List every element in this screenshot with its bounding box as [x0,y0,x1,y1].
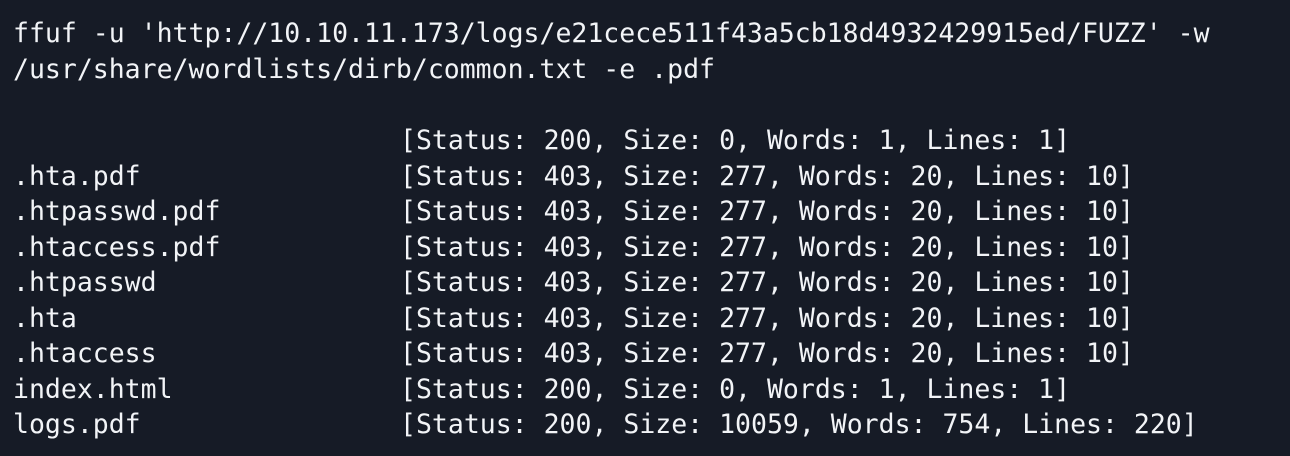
command-line-1: ffuf -u 'http://10.10.11.173/logs/e21cec… [13,18,1210,49]
result-path: .hta [13,302,77,334]
command-line-2: /usr/share/wordlists/dirb/common.txt -e … [13,53,715,85]
result-path: .htpasswd [13,267,157,298]
result-path: .htaccess [13,338,157,369]
result-status: [Status: 200, Size: 10059, Words: 754, L… [400,409,1198,440]
result-status: [Status: 403, Size: 277, Words: 20, Line… [400,160,1134,192]
result-path: .htaccess.pdf [13,231,221,263]
result-row: .htaccess.pdf [Status: 403, Size: 277, W… [13,230,1290,266]
result-path: .htpasswd.pdf [13,196,221,227]
result-row: .hta.pdf [Status: 403, Size: 277, Words:… [13,159,1290,195]
result-path: logs.pdf [13,409,141,440]
result-row: .htaccess [Status: 403, Size: 277, Words… [13,336,1290,372]
result-status: [Status: 403, Size: 277, Words: 20, Line… [400,267,1134,298]
result-row: .htpasswd [Status: 403, Size: 277, Words… [13,265,1290,301]
result-row: .htpasswd.pdf [Status: 403, Size: 277, W… [13,194,1290,230]
result-row: index.html [Status: 200, Size: 0, Words:… [13,372,1290,408]
result-status: [Status: 200, Size: 0, Words: 1, Lines: … [400,125,1071,156]
result-status: [Status: 403, Size: 277, Words: 20, Line… [400,231,1134,263]
result-status: [Status: 403, Size: 277, Words: 20, Line… [400,302,1134,334]
terminal-output: ffuf -u 'http://10.10.11.173/logs/e21cec… [0,0,1290,456]
result-status: [Status: 403, Size: 277, Words: 20, Line… [400,196,1134,227]
result-row: .hta [Status: 403, Size: 277, Words: 20,… [13,301,1290,337]
result-path: index.html [13,373,173,405]
result-path: .hta.pdf [13,160,141,192]
result-status: [Status: 200, Size: 0, Words: 1, Lines: … [400,373,1071,405]
result-row: [Status: 200, Size: 0, Words: 1, Lines: … [13,123,1290,159]
result-row: logs.pdf [Status: 200, Size: 10059, Word… [13,407,1290,443]
result-status: [Status: 403, Size: 277, Words: 20, Line… [400,338,1134,369]
result-path [13,123,400,159]
